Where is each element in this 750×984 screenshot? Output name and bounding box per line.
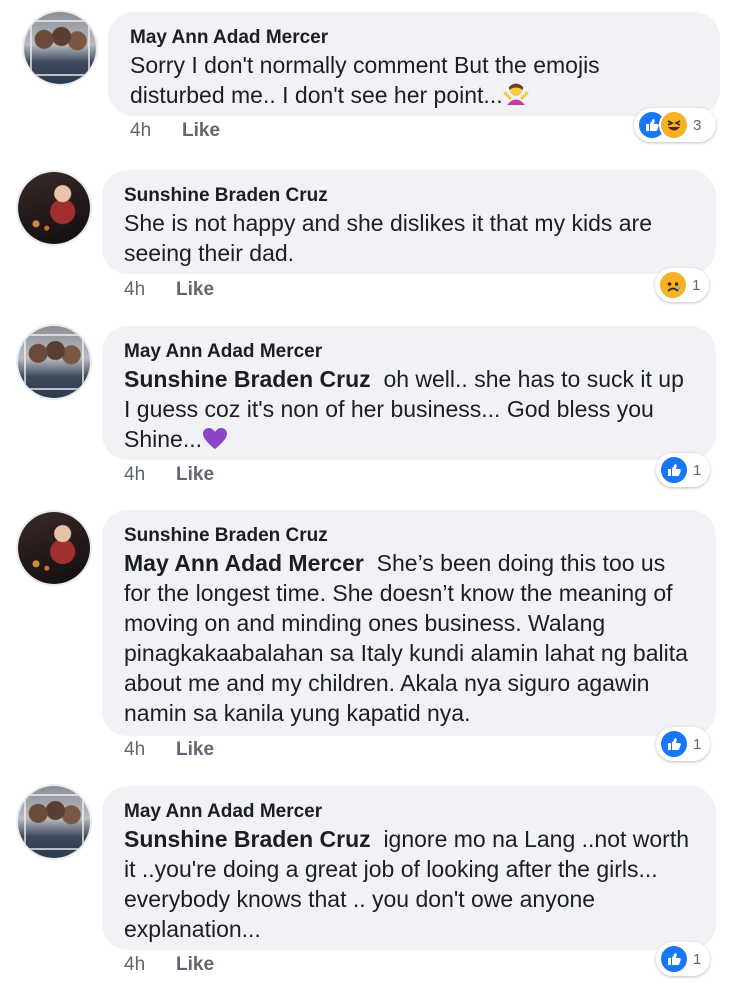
comment-text: Sunshine Braden Cruz oh well.. she has t… [124,364,694,458]
comment-author[interactable]: May Ann Adad Mercer [130,26,698,50]
comment-meta: 4h Like [124,739,214,761]
laughing-face-icon [659,110,689,140]
reaction-summary[interactable]: 1 [655,268,709,302]
avatar[interactable] [18,172,90,244]
comment-text: She is not happy and she dislikes it tha… [124,210,653,266]
reaction-summary[interactable]: 1 [656,453,710,487]
reaction-summary[interactable]: 1 [656,727,710,761]
person-gesturing-shrug-icon [503,81,529,114]
comment-bubble: May Ann Adad Mercer Sunshine Braden Cruz… [102,326,716,460]
comment-bubble: May Ann Adad Mercer Sorry I don't normal… [108,12,720,116]
comment-author[interactable]: May Ann Adad Mercer [124,340,694,364]
reaction-summary[interactable]: 1 [656,942,710,976]
comment-author[interactable]: May Ann Adad Mercer [124,800,694,824]
comment-body: She’s been doing this too us for the lon… [124,550,688,726]
timestamp: 4h [124,954,146,975]
timestamp: 4h [124,739,146,760]
like-button[interactable]: Like [176,279,214,300]
mention-link[interactable]: Sunshine Braden Cruz [124,826,371,852]
reaction-count: 1 [692,276,701,294]
comment-author[interactable]: Sunshine Braden Cruz [124,184,694,208]
reaction-count: 1 [693,735,702,753]
avatar[interactable] [18,786,90,858]
comment-bubble: Sunshine Braden Cruz May Ann Adad Mercer… [102,510,716,736]
comment-meta: 4h Like [130,120,220,142]
comment-text: May Ann Adad Mercer She’s been doing thi… [124,548,694,728]
comment-author[interactable]: Sunshine Braden Cruz [124,524,694,548]
like-button[interactable]: Like [176,739,214,760]
like-button[interactable]: Like [176,954,214,975]
avatar[interactable] [24,12,96,84]
comment-bubble: Sunshine Braden Cruz She is not happy an… [102,170,716,274]
timestamp: 4h [124,279,146,300]
comment-body: Sorry I don't normally comment But the e… [130,52,600,108]
comment-meta: 4h Like [124,279,214,301]
sad-face-icon [658,270,688,300]
timestamp: 4h [124,464,146,485]
thumbs-up-icon [659,944,689,974]
comment-text: Sorry I don't normally comment But the e… [130,50,698,114]
mention-link[interactable]: Sunshine Braden Cruz [124,366,371,392]
thumbs-up-icon [659,455,689,485]
comment-bubble: May Ann Adad Mercer Sunshine Braden Cruz… [102,786,716,950]
like-button[interactable]: Like [182,120,220,141]
timestamp: 4h [130,120,152,141]
mention-link[interactable]: May Ann Adad Mercer [124,550,364,576]
reaction-count: 3 [693,116,702,134]
reaction-summary[interactable]: 3 [634,108,716,142]
avatar[interactable] [18,326,90,398]
comment-meta: 4h Like [124,954,214,976]
avatar[interactable] [18,512,90,584]
thumbs-up-icon [659,729,689,759]
reaction-count: 1 [693,461,702,479]
comment-text: Sunshine Braden Cruz ignore mo na Lang .… [124,824,694,944]
reaction-count: 1 [693,950,702,968]
comment-meta: 4h Like [124,464,214,486]
purple-heart-icon [202,427,228,458]
like-button[interactable]: Like [176,464,214,485]
